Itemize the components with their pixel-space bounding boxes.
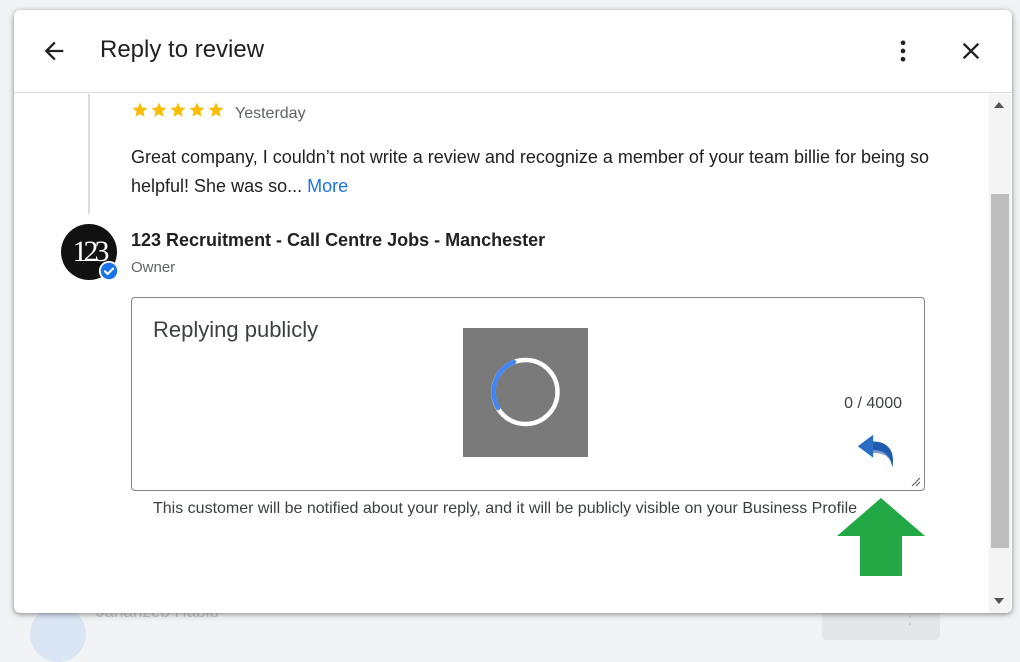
reply-visibility-notice: This customer will be notified about you… bbox=[153, 500, 858, 517]
reply-dialog: Reply to review Yesterday Great company,… bbox=[14, 10, 1012, 613]
star-icon bbox=[132, 102, 148, 117]
character-count: 0 / 4000 bbox=[844, 395, 902, 412]
more-vert-icon bbox=[900, 40, 906, 62]
scroll-down-arrow-icon[interactable] bbox=[994, 598, 1004, 604]
close-button[interactable] bbox=[951, 31, 991, 71]
scroll-up-arrow-icon[interactable] bbox=[994, 102, 1004, 108]
resize-handle-icon[interactable] bbox=[911, 477, 921, 487]
review-text: Great company, I couldn’t not write a re… bbox=[131, 143, 951, 201]
owner-role: Owner bbox=[131, 259, 176, 276]
star-icon bbox=[189, 102, 205, 117]
arrow-left-icon bbox=[44, 41, 64, 61]
more-options-button[interactable] bbox=[883, 31, 923, 71]
back-button[interactable] bbox=[34, 31, 74, 71]
reply-placeholder: Replying publicly bbox=[153, 317, 319, 342]
close-icon bbox=[962, 42, 980, 60]
review-body: Great company, I couldn’t not write a re… bbox=[131, 147, 930, 196]
thread-divider-line bbox=[88, 94, 90, 214]
star-rating bbox=[131, 101, 225, 119]
background-avatar bbox=[30, 606, 86, 662]
owner-avatar: 123 bbox=[61, 224, 120, 282]
scrollbar-thumb[interactable] bbox=[991, 194, 1009, 548]
star-icon bbox=[208, 102, 224, 117]
review-more-link[interactable]: More bbox=[307, 176, 348, 196]
dialog-title: Reply to review bbox=[100, 36, 265, 63]
verified-badge-icon bbox=[98, 260, 120, 282]
reply-textarea[interactable]: Replying publicly 0 / 4000 bbox=[131, 297, 925, 491]
owner-name: 123 Recruitment - Call Centre Jobs - Man… bbox=[131, 230, 546, 250]
loading-spinner-icon bbox=[491, 357, 560, 427]
reply-arrow-icon[interactable] bbox=[854, 429, 900, 475]
dialog-header: Reply to review bbox=[14, 10, 1012, 93]
review-date: Yesterday bbox=[235, 105, 306, 122]
annotation-up-arrow-icon bbox=[837, 498, 925, 576]
vertical-scrollbar[interactable] bbox=[989, 94, 1011, 613]
loading-overlay bbox=[463, 328, 588, 457]
star-icon bbox=[170, 102, 186, 117]
star-icon bbox=[151, 102, 167, 117]
